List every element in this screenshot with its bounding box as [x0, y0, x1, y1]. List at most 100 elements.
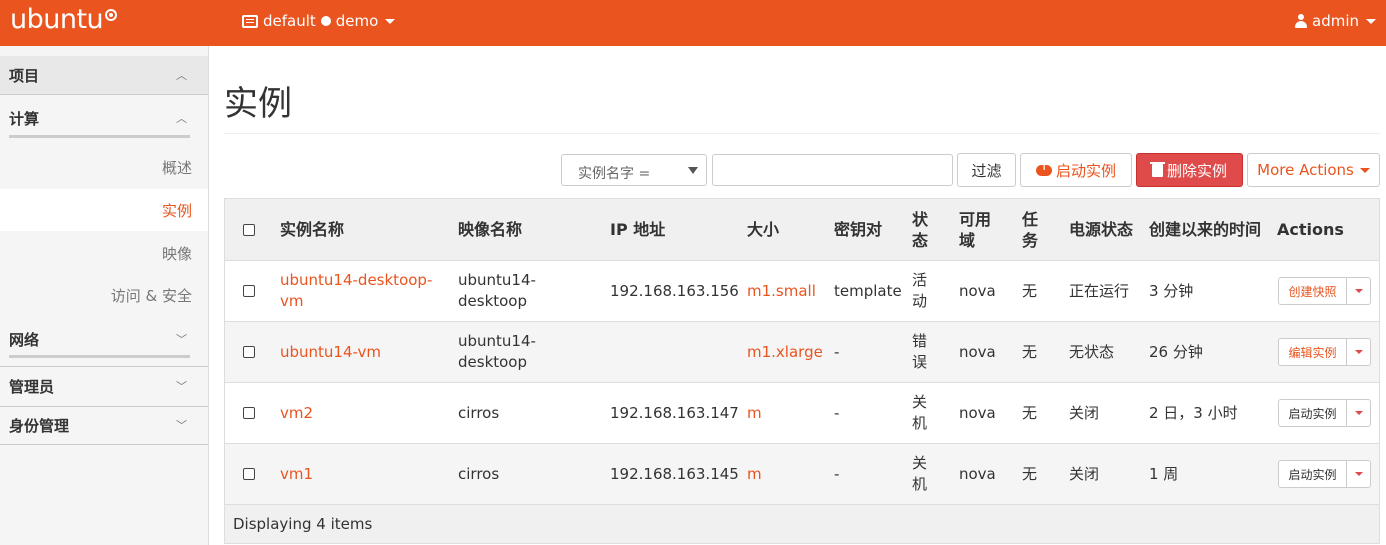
row-action-button[interactable]: 编辑实例	[1279, 339, 1347, 365]
row-action-dropdown[interactable]	[1347, 461, 1370, 487]
row-actions: 启动实例	[1278, 460, 1371, 488]
ubuntu-circle-icon	[105, 9, 117, 21]
sidebar-section-admin[interactable]: 管理员 ﹀	[0, 367, 208, 405]
row-checkbox[interactable]	[243, 285, 255, 297]
table-row: ubuntu14-vm ubuntu14-desktoop m1.xlarge - 错误…	[225, 322, 1379, 383]
filter-field-label: 实例名字 =	[578, 166, 651, 182]
instance-name-link[interactable]: vm1	[280, 464, 313, 485]
table-row: ubuntu14-desktoop-vm ubuntu14-desktoop 192…	[225, 261, 1379, 322]
header-status[interactable]: 状态	[912, 199, 932, 260]
status: 关机	[912, 393, 928, 432]
filter-field-select[interactable]: 实例名字 =	[561, 154, 707, 186]
caret-down-icon	[1354, 289, 1363, 293]
chevron-down-icon: ﹀	[176, 419, 187, 432]
table-header: 实例名称 映像名称 IP 地址 大小 密钥对 状态 可用域 任务 电源状态 创建…	[225, 199, 1379, 261]
power-state: 正在运行	[1069, 281, 1130, 300]
uptime: 2 日，3 小时	[1149, 403, 1238, 422]
top-navbar: ubuntu default demo admin	[0, 0, 1386, 46]
keypair: -	[834, 403, 840, 422]
ubuntu-logo[interactable]: ubuntu	[10, 4, 104, 35]
table-footer: Displaying 4 items	[225, 505, 1379, 543]
image-name: cirros	[458, 403, 500, 422]
task: 无	[1022, 281, 1038, 300]
section-underline	[9, 135, 190, 138]
flavor-link[interactable]: m1.xlarge	[747, 342, 823, 363]
header-az[interactable]: 可用域	[959, 199, 995, 260]
filter-button[interactable]: 过滤	[957, 153, 1016, 187]
instance-name-link[interactable]: ubuntu14-vm	[280, 342, 381, 363]
row-action-dropdown[interactable]	[1347, 400, 1370, 426]
project-switcher[interactable]: default demo	[242, 12, 396, 30]
launch-instance-button[interactable]: 启动实例	[1020, 153, 1132, 187]
sidebar-item-overview[interactable]: 概述	[0, 146, 208, 188]
sidebar-section-compute[interactable]: 计算 ︿	[0, 99, 208, 137]
row-action-button[interactable]: 启动实例	[1279, 461, 1347, 487]
user-icon	[1295, 14, 1307, 28]
more-actions-label: More Actions	[1257, 161, 1354, 179]
header-uptime[interactable]: 创建以来的时间	[1149, 199, 1261, 260]
sidebar-item-images[interactable]: 映像	[0, 232, 208, 274]
row-checkbox[interactable]	[243, 346, 255, 358]
chevron-down-icon: ﹀	[176, 380, 187, 393]
sidebar-section-label: 计算	[9, 109, 40, 128]
row-action-button[interactable]: 创建快照	[1279, 278, 1347, 304]
filter-input[interactable]	[712, 154, 953, 186]
sidebar-section-identity[interactable]: 身份管理 ﹀	[0, 406, 208, 444]
sidebar-section-network[interactable]: 网络 ﹀	[0, 320, 208, 358]
table-row: vm1 cirros 192.168.163.145 m - 关机 nova 无 关闭 1 周 启动…	[225, 444, 1379, 505]
header-ip[interactable]: IP 地址	[610, 199, 665, 260]
uptime: 26 分钟	[1149, 342, 1203, 361]
flavor-link[interactable]: m	[747, 464, 762, 485]
row-action-dropdown[interactable]	[1347, 339, 1370, 365]
divider	[0, 444, 208, 445]
header-image[interactable]: 映像名称	[458, 199, 522, 260]
sidebar-item-instances[interactable]: 实例	[0, 189, 208, 231]
power-state: 关闭	[1069, 403, 1100, 422]
instances-table: 实例名称 映像名称 IP 地址 大小 密钥对 状态 可用域 任务 电源状态 创建…	[224, 198, 1380, 544]
caret-down-icon	[385, 18, 396, 24]
row-checkbox[interactable]	[243, 468, 255, 480]
select-all-checkbox[interactable]	[243, 223, 255, 236]
header-size[interactable]: 大小	[747, 199, 779, 260]
header-task[interactable]: 任务	[1022, 199, 1042, 260]
title-divider	[224, 133, 1380, 134]
instance-name-link[interactable]: vm2	[280, 403, 313, 424]
page-title: 实例	[224, 84, 292, 124]
user-name: admin	[1312, 12, 1359, 30]
keypair: -	[834, 464, 840, 483]
caret-down-icon	[1354, 472, 1363, 476]
header-power[interactable]: 电源状态	[1069, 199, 1133, 260]
row-actions: 创建快照	[1278, 277, 1371, 305]
delete-instances-button[interactable]: 删除实例	[1136, 153, 1243, 187]
status: 活动	[912, 271, 928, 310]
list-icon	[242, 14, 258, 28]
row-actions: 编辑实例	[1278, 338, 1371, 366]
power-state: 无状态	[1069, 342, 1115, 361]
sidebar-section-label: 身份管理	[9, 416, 70, 435]
row-select-cell	[243, 261, 255, 321]
launch-instance-label: 启动实例	[1055, 161, 1116, 180]
caret-down-icon	[1354, 411, 1363, 415]
header-name[interactable]: 实例名称	[280, 199, 344, 260]
uptime: 3 分钟	[1149, 281, 1194, 300]
header-keypair[interactable]: 密钥对	[834, 199, 882, 260]
row-checkbox[interactable]	[243, 407, 255, 419]
sidebar-section-project[interactable]: 项目 ︿	[0, 56, 208, 94]
sidebar: 项目 ︿ 计算 ︿ 概述 实例 映像 访问 & 安全 网络 ﹀ 管理员 ﹀ 身份…	[0, 46, 209, 545]
flavor-link[interactable]: m	[747, 403, 762, 424]
header-actions: Actions	[1277, 220, 1344, 239]
filter-button-label: 过滤	[971, 161, 1002, 180]
availability-zone: nova	[959, 403, 996, 422]
task: 无	[1022, 464, 1038, 483]
availability-zone: nova	[959, 281, 996, 300]
row-actions: 启动实例	[1278, 399, 1371, 427]
dot-icon	[320, 16, 331, 26]
more-actions-button[interactable]: More Actions	[1247, 153, 1380, 187]
instance-name-link[interactable]: ubuntu14-desktoop-vm	[280, 270, 440, 312]
flavor-link[interactable]: m1.small	[747, 281, 816, 302]
sidebar-item-access-security[interactable]: 访问 & 安全	[0, 274, 208, 316]
row-action-button[interactable]: 启动实例	[1279, 400, 1347, 426]
row-action-dropdown[interactable]	[1347, 278, 1370, 304]
sidebar-section-label: 管理员	[9, 377, 55, 396]
user-menu[interactable]: admin	[1295, 12, 1376, 30]
